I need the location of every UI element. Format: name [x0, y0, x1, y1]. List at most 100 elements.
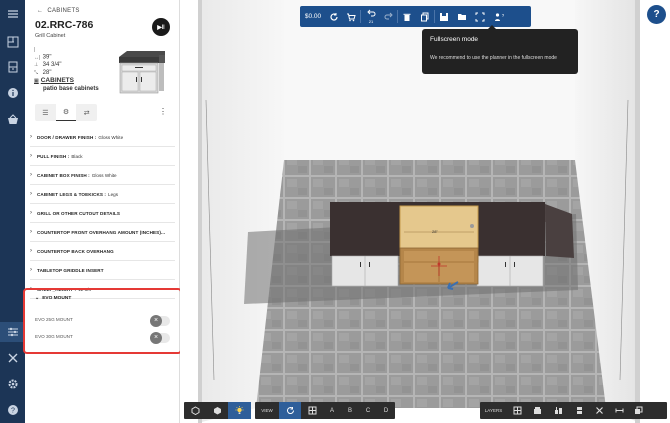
option-section-label: CABINET BOX FINISH :: [37, 172, 90, 178]
settings-gear-icon[interactable]: [0, 374, 25, 394]
layout-grid-icon[interactable]: [507, 402, 527, 419]
option-section[interactable]: › TABLETOP GRIDDLE INSERT: [30, 261, 175, 280]
layers-label: LAYERS: [484, 408, 503, 413]
depth-icon: ⤡: [34, 69, 39, 76]
help-circle-icon[interactable]: ?: [0, 400, 25, 420]
option-section[interactable]: › CABINET BOX FINISH : Gloss White: [30, 166, 175, 185]
category-link[interactable]: ▣ CABINETS: [34, 77, 74, 84]
grid-view-icon[interactable]: [301, 402, 323, 419]
subcategory-label: patio base cabinets: [43, 86, 99, 92]
option-section[interactable]: › PULL FINISH : Black: [30, 147, 175, 166]
height-icon: ⊥: [34, 62, 39, 68]
rotate-handle[interactable]: [470, 224, 474, 228]
breadcrumb-label[interactable]: CABINETS: [47, 8, 79, 14]
cart-icon[interactable]: [342, 6, 360, 27]
copy-icon[interactable]: [416, 6, 434, 27]
option-section-label: CABINET LEGS & TOEKICKS :: [37, 191, 107, 197]
option-section-label: TABLETOP GRIDDLE INSERT: [37, 267, 104, 273]
floorplan-icon[interactable]: [0, 32, 25, 52]
cube-3d-icon[interactable]: [206, 402, 228, 419]
option-section-value: Gloss White: [98, 134, 124, 140]
tools-icon[interactable]: [0, 348, 25, 368]
refresh-icon[interactable]: [326, 6, 342, 27]
option-section[interactable]: › DOOR / DRAWER FINISH : Gloss White: [30, 128, 175, 147]
swap-icon: ⇄: [83, 109, 90, 117]
tools-cross-icon[interactable]: [589, 402, 609, 419]
back-arrow-icon[interactable]: ←: [37, 8, 43, 14]
fullscreen-tooltip: Fullscreen mode We recommend to use the …: [422, 25, 578, 74]
dimension-label: 28": [432, 229, 438, 234]
info-icon[interactable]: [0, 83, 25, 103]
wall-b-button[interactable]: B: [341, 402, 359, 419]
catalog-icon[interactable]: [0, 57, 25, 77]
left-rail: ?: [0, 0, 25, 423]
option-section-label: DOOR / DRAWER FINISH :: [37, 134, 97, 140]
basket-icon[interactable]: [0, 109, 25, 129]
category-label[interactable]: CABINETS: [41, 77, 74, 84]
tab-swap[interactable]: ⇄: [76, 104, 97, 121]
view-label: VIEW: [261, 408, 273, 413]
chevron-right-icon: ›: [30, 191, 32, 197]
option-section-label: COUNTERTOP FRONT OVERHANG AMOUNT (INCHES…: [37, 229, 166, 235]
option-section-label: PULL FINISH :: [37, 153, 70, 159]
width-value: 39": [42, 54, 52, 61]
option-section[interactable]: › COUNTERTOP FRONT OVERHANG AMOUNT (INCHE…: [30, 223, 175, 242]
wall-d-button[interactable]: D: [377, 402, 395, 419]
option-section-value: Black: [71, 153, 83, 159]
fullscreen-icon[interactable]: [471, 6, 489, 27]
wall-a-button[interactable]: A: [323, 402, 341, 419]
price-display[interactable]: $0.00: [300, 6, 326, 27]
properties-panel: ← CABINETS 02.RRC-786 Grill Cabinet ▶‖ |↔…: [25, 0, 180, 423]
menu-icon[interactable]: [0, 4, 25, 24]
planner-app: ? ← CABINETS 02.RRC-786 Grill Cabinet ▶‖ …: [0, 0, 670, 423]
cabinet-icon[interactable]: [569, 402, 589, 419]
help-button[interactable]: ?: [647, 5, 666, 24]
option-section-value: Gloss White: [91, 172, 117, 178]
chevron-right-icon: ›: [30, 210, 32, 216]
tooltip-text: We recommend to use the planner in the f…: [430, 55, 557, 61]
product-code: 02.RRC-786: [35, 19, 94, 31]
breadcrumb[interactable]: ← CABINETS: [37, 8, 80, 14]
furniture-icon[interactable]: [547, 402, 569, 419]
height-value: 34 3/4": [42, 62, 62, 68]
option-section[interactable]: › CABINET LEGS & TOEKICKS : Legs: [30, 185, 175, 204]
list-icon: ☰: [42, 109, 49, 117]
product-thumbnail: [115, 49, 167, 97]
category-icon: ▣: [34, 78, 39, 84]
panel-tabs: ☰ ⚙ ⇄: [35, 104, 97, 121]
folder-icon[interactable]: [453, 6, 471, 27]
more-options-icon[interactable]: ⋮: [159, 107, 167, 116]
chevron-right-icon: ›: [30, 134, 32, 140]
option-section[interactable]: › GRILL OR OTHER CUTOUT DETAILS: [30, 204, 175, 223]
light-bulb-icon[interactable]: [228, 402, 251, 419]
chevron-right-icon: ›: [30, 267, 32, 273]
svg-text:?: ?: [11, 408, 15, 415]
rotate-view-icon[interactable]: [279, 402, 301, 419]
tab-list[interactable]: ☰: [35, 104, 56, 121]
wall-c-button[interactable]: C: [359, 402, 377, 419]
tab-config[interactable]: ⚙: [55, 104, 77, 121]
tooltip-title: Fullscreen mode: [430, 36, 479, 43]
measure-icon[interactable]: [609, 402, 629, 419]
depth-value: 28": [42, 69, 52, 76]
play-pause-button[interactable]: ▶‖: [152, 18, 170, 36]
dimensions: |↔| 39" ⊥ 34 3/4" ⤡ 28": [34, 47, 61, 77]
svg-text:?: ?: [502, 13, 504, 18]
cube-2d-icon[interactable]: [184, 402, 206, 419]
undo-icon: [367, 9, 376, 16]
appliance-icon[interactable]: [527, 402, 547, 419]
save-icon[interactable]: [435, 6, 453, 27]
chevron-right-icon: ›: [30, 229, 32, 235]
option-section[interactable]: › COUNTERTOP BACK OVERHANG: [30, 242, 175, 261]
chevron-right-icon: ›: [30, 153, 32, 159]
bottom-toolbar-view-modes: [184, 402, 251, 419]
highlight-box: [23, 288, 182, 354]
layers-icon[interactable]: [629, 402, 647, 419]
properties-icon[interactable]: [0, 322, 25, 342]
user-help-icon[interactable]: ?: [489, 6, 509, 27]
undo-button[interactable]: 21: [361, 6, 381, 27]
chevron-right-icon: ›: [30, 248, 32, 254]
redo-icon[interactable]: [381, 6, 397, 27]
trash-icon[interactable]: [398, 6, 416, 27]
option-section-label: COUNTERTOP BACK OVERHANG: [37, 248, 114, 254]
